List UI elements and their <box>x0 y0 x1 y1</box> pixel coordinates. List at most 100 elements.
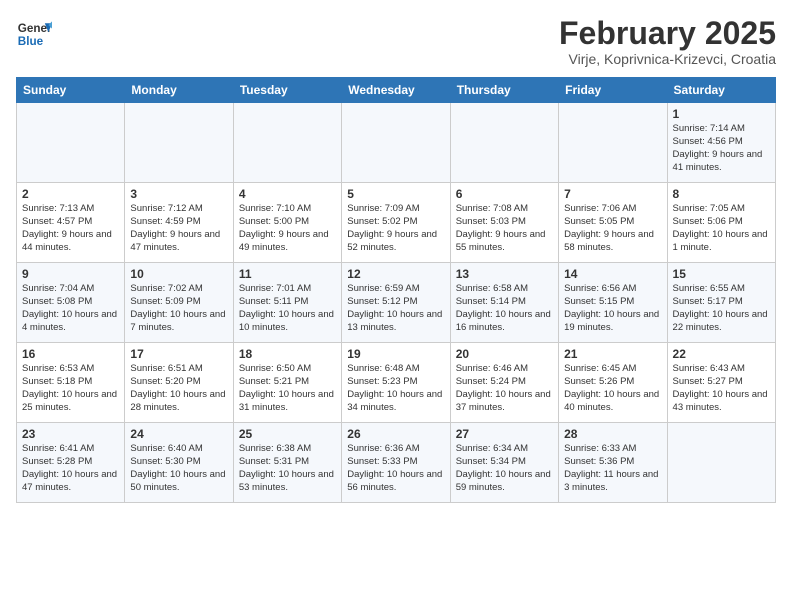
day-info: Sunrise: 6:58 AM Sunset: 5:14 PM Dayligh… <box>456 283 553 334</box>
day-info: Sunrise: 6:50 AM Sunset: 5:21 PM Dayligh… <box>239 363 336 414</box>
table-row <box>342 103 450 183</box>
day-number: 28 <box>564 427 661 441</box>
day-number: 20 <box>456 347 553 361</box>
day-info: Sunrise: 6:48 AM Sunset: 5:23 PM Dayligh… <box>347 363 444 414</box>
table-row: 15 Sunrise: 6:55 AM Sunset: 5:17 PM Dayli… <box>667 263 775 343</box>
table-row: 2 Sunrise: 7:13 AM Sunset: 4:57 PM Daylig… <box>17 183 125 263</box>
day-number: 16 <box>22 347 119 361</box>
table-row: 26 Sunrise: 6:36 AM Sunset: 5:33 PM Dayli… <box>342 423 450 503</box>
table-row: 17Sunrise: 6:51 AM Sunset: 5:20 PM Dayli… <box>125 343 233 423</box>
col-sunday: Sunday <box>17 78 125 103</box>
day-info: Sunrise: 6:36 AM Sunset: 5:33 PM Dayligh… <box>347 443 444 494</box>
table-row <box>559 103 667 183</box>
day-info: Sunrise: 6:43 AM Sunset: 5:27 PM Dayligh… <box>673 363 770 414</box>
day-number: 25 <box>239 427 336 441</box>
table-row: 8 Sunrise: 7:05 AM Sunset: 5:06 PM Daylig… <box>667 183 775 263</box>
calendar-week-row: 2 Sunrise: 7:13 AM Sunset: 4:57 PM Daylig… <box>17 183 776 263</box>
page-header: General Blue February 2025 Virje, Kopriv… <box>16 16 776 67</box>
table-row: 11 Sunrise: 7:01 AM Sunset: 5:11 PM Dayli… <box>233 263 341 343</box>
table-row: 6 Sunrise: 7:08 AM Sunset: 5:03 PM Daylig… <box>450 183 558 263</box>
col-wednesday: Wednesday <box>342 78 450 103</box>
calendar-week-row: 16 Sunrise: 6:53 AM Sunset: 5:18 PM Dayli… <box>17 343 776 423</box>
table-row: 9 Sunrise: 7:04 AM Sunset: 5:08 PM Daylig… <box>17 263 125 343</box>
day-info: Sunrise: 7:02 AM Sunset: 5:09 PM Dayligh… <box>130 283 227 334</box>
day-number: 27 <box>456 427 553 441</box>
day-number: 6 <box>456 187 553 201</box>
day-number: 24 <box>130 427 227 441</box>
day-info: Sunrise: 6:41 AM Sunset: 5:28 PM Dayligh… <box>22 443 119 494</box>
day-info: Sunrise: 6:40 AM Sunset: 5:30 PM Dayligh… <box>130 443 227 494</box>
day-info: Sunrise: 7:14 AM Sunset: 4:56 PM Dayligh… <box>673 123 770 174</box>
day-number: 11 <box>239 267 336 281</box>
calendar-subtitle: Virje, Koprivnica-Krizevci, Croatia <box>559 51 776 67</box>
table-row <box>667 423 775 503</box>
table-row: 25 Sunrise: 6:38 AM Sunset: 5:31 PM Dayli… <box>233 423 341 503</box>
day-number: 13 <box>456 267 553 281</box>
calendar-title: February 2025 <box>559 16 776 51</box>
day-number: 21 <box>564 347 661 361</box>
day-info: Sunrise: 6:45 AM Sunset: 5:26 PM Dayligh… <box>564 363 661 414</box>
day-number: 8 <box>673 187 770 201</box>
table-row: 5 Sunrise: 7:09 AM Sunset: 5:02 PM Daylig… <box>342 183 450 263</box>
day-info: Sunrise: 7:01 AM Sunset: 5:11 PM Dayligh… <box>239 283 336 334</box>
table-row <box>233 103 341 183</box>
day-number: 5 <box>347 187 444 201</box>
day-number: 10 <box>130 267 227 281</box>
calendar-week-row: 23Sunrise: 6:41 AM Sunset: 5:28 PM Dayli… <box>17 423 776 503</box>
table-row <box>17 103 125 183</box>
table-row <box>450 103 558 183</box>
svg-text:Blue: Blue <box>18 35 44 48</box>
table-row: 4 Sunrise: 7:10 AM Sunset: 5:00 PM Daylig… <box>233 183 341 263</box>
day-info: Sunrise: 7:13 AM Sunset: 4:57 PM Dayligh… <box>22 203 119 254</box>
day-info: Sunrise: 6:38 AM Sunset: 5:31 PM Dayligh… <box>239 443 336 494</box>
day-info: Sunrise: 7:04 AM Sunset: 5:08 PM Dayligh… <box>22 283 119 334</box>
col-monday: Monday <box>125 78 233 103</box>
calendar-week-row: 1 Sunrise: 7:14 AM Sunset: 4:56 PM Daylig… <box>17 103 776 183</box>
day-number: 19 <box>347 347 444 361</box>
day-info: Sunrise: 7:10 AM Sunset: 5:00 PM Dayligh… <box>239 203 336 254</box>
col-friday: Friday <box>559 78 667 103</box>
table-row: 16 Sunrise: 6:53 AM Sunset: 5:18 PM Dayli… <box>17 343 125 423</box>
day-number: 1 <box>673 107 770 121</box>
day-info: Sunrise: 6:59 AM Sunset: 5:12 PM Dayligh… <box>347 283 444 334</box>
day-info: Sunrise: 7:08 AM Sunset: 5:03 PM Dayligh… <box>456 203 553 254</box>
table-row: 23Sunrise: 6:41 AM Sunset: 5:28 PM Dayli… <box>17 423 125 503</box>
day-info: Sunrise: 6:53 AM Sunset: 5:18 PM Dayligh… <box>22 363 119 414</box>
day-number: 18 <box>239 347 336 361</box>
logo: General Blue <box>16 16 52 52</box>
calendar-table: Sunday Monday Tuesday Wednesday Thursday… <box>16 77 776 503</box>
col-tuesday: Tuesday <box>233 78 341 103</box>
table-row: 27 Sunrise: 6:34 AM Sunset: 5:34 PM Dayli… <box>450 423 558 503</box>
table-row: 1 Sunrise: 7:14 AM Sunset: 4:56 PM Daylig… <box>667 103 775 183</box>
day-number: 22 <box>673 347 770 361</box>
title-block: February 2025 Virje, Koprivnica-Krizevci… <box>559 16 776 67</box>
calendar-header-row: Sunday Monday Tuesday Wednesday Thursday… <box>17 78 776 103</box>
day-number: 9 <box>22 267 119 281</box>
col-saturday: Saturday <box>667 78 775 103</box>
day-info: Sunrise: 7:09 AM Sunset: 5:02 PM Dayligh… <box>347 203 444 254</box>
day-number: 12 <box>347 267 444 281</box>
table-row <box>125 103 233 183</box>
table-row: 14Sunrise: 6:56 AM Sunset: 5:15 PM Dayli… <box>559 263 667 343</box>
table-row: 18 Sunrise: 6:50 AM Sunset: 5:21 PM Dayli… <box>233 343 341 423</box>
day-number: 15 <box>673 267 770 281</box>
table-row: 10 Sunrise: 7:02 AM Sunset: 5:09 PM Dayli… <box>125 263 233 343</box>
table-row: 12 Sunrise: 6:59 AM Sunset: 5:12 PM Dayli… <box>342 263 450 343</box>
table-row: 20Sunrise: 6:46 AM Sunset: 5:24 PM Dayli… <box>450 343 558 423</box>
day-info: Sunrise: 7:05 AM Sunset: 5:06 PM Dayligh… <box>673 203 770 254</box>
table-row: 3Sunrise: 7:12 AM Sunset: 4:59 PM Daylig… <box>125 183 233 263</box>
day-number: 14 <box>564 267 661 281</box>
table-row: 21 Sunrise: 6:45 AM Sunset: 5:26 PM Dayli… <box>559 343 667 423</box>
table-row: 28 Sunrise: 6:33 AM Sunset: 5:36 PM Dayli… <box>559 423 667 503</box>
table-row: 7Sunrise: 7:06 AM Sunset: 5:05 PM Daylig… <box>559 183 667 263</box>
day-info: Sunrise: 7:06 AM Sunset: 5:05 PM Dayligh… <box>564 203 661 254</box>
day-info: Sunrise: 6:55 AM Sunset: 5:17 PM Dayligh… <box>673 283 770 334</box>
day-number: 3 <box>130 187 227 201</box>
day-number: 26 <box>347 427 444 441</box>
day-info: Sunrise: 6:34 AM Sunset: 5:34 PM Dayligh… <box>456 443 553 494</box>
calendar-week-row: 9 Sunrise: 7:04 AM Sunset: 5:08 PM Daylig… <box>17 263 776 343</box>
day-number: 2 <box>22 187 119 201</box>
day-info: Sunrise: 6:33 AM Sunset: 5:36 PM Dayligh… <box>564 443 661 494</box>
day-number: 4 <box>239 187 336 201</box>
table-row: 13 Sunrise: 6:58 AM Sunset: 5:14 PM Dayli… <box>450 263 558 343</box>
